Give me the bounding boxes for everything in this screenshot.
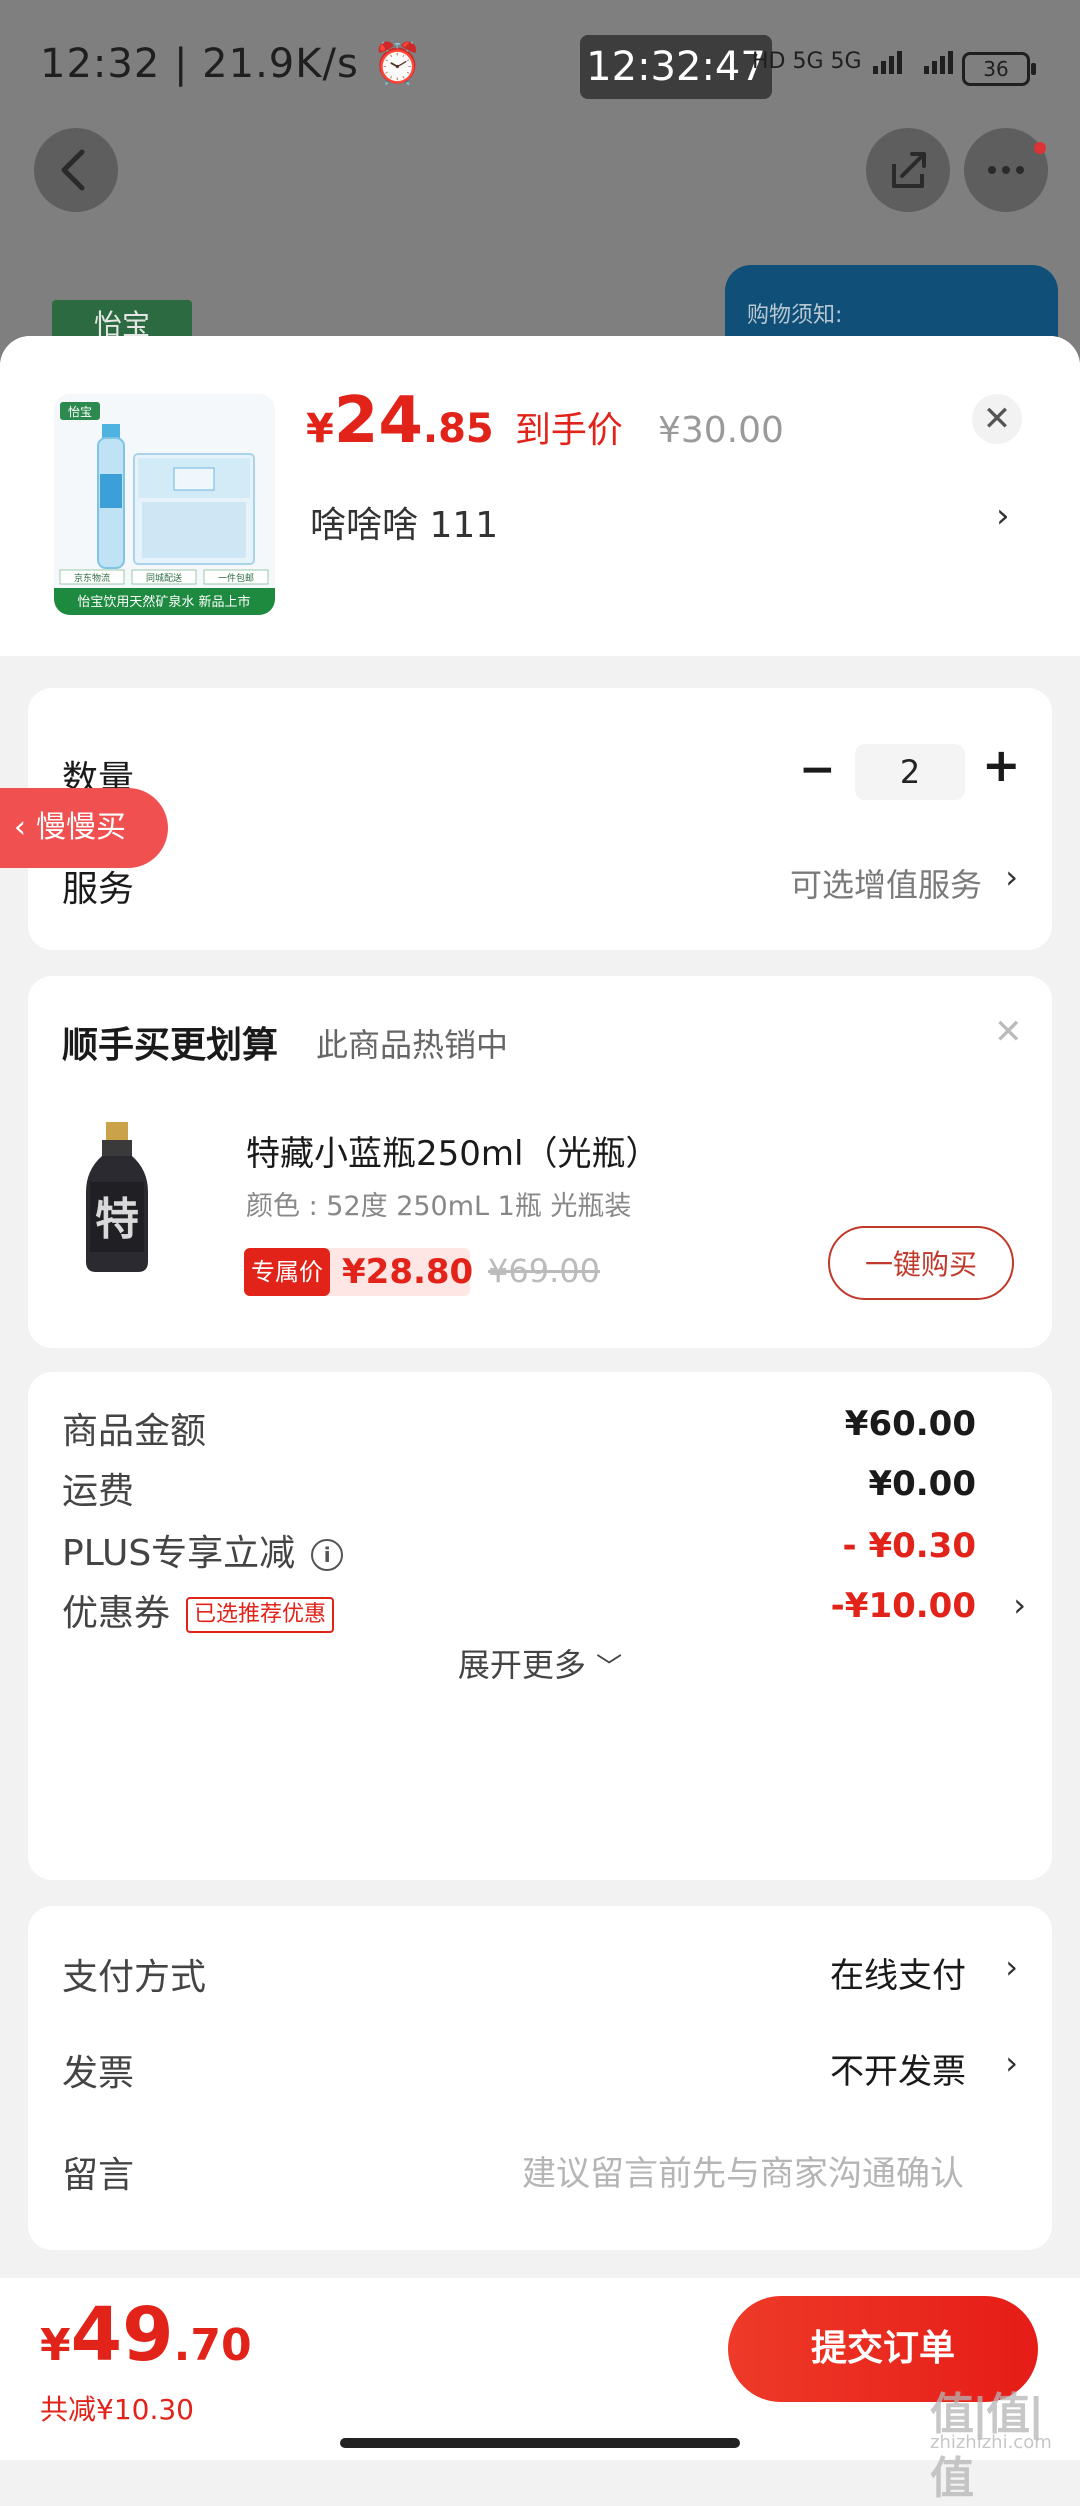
battery-icon: 36 xyxy=(962,52,1036,86)
addon-subtitle: 此商品热销中 xyxy=(316,1026,509,1064)
chevron-right-icon[interactable]: › xyxy=(1005,858,1018,896)
payment-card: 支付方式 在线支付 › 发票 不开发票 › 留言 建议留言前先与商家沟通确认 xyxy=(28,1906,1052,2250)
subtotal-value: ¥60.00 xyxy=(844,1404,976,1444)
notification-dot xyxy=(1034,142,1046,154)
chevron-right-icon[interactable]: › xyxy=(996,496,1010,536)
price-decimal: .85 xyxy=(422,406,494,452)
chevron-down-icon: ﹀ xyxy=(596,1653,623,1683)
total-decimal: .70 xyxy=(173,2320,252,2371)
signal-icon xyxy=(923,51,953,74)
invoice-value[interactable]: 不开发票 xyxy=(830,2044,966,2093)
subtotal-label: 商品金额 xyxy=(62,1411,207,1452)
plus-discount-value: - ¥0.30 xyxy=(842,1526,977,1566)
quantity-stepper[interactable]: 2 xyxy=(855,744,965,800)
total-price: ¥49.70 xyxy=(40,2292,252,2378)
total-symbol: ¥ xyxy=(40,2320,71,2371)
slow-buy-label: 慢慢买 xyxy=(36,810,126,845)
plus-discount-label: PLUS专享立减 xyxy=(62,1533,296,1574)
thumb-caption: 怡宝饮用天然矿泉水 新品上市 xyxy=(77,594,250,610)
decrement-button[interactable]: − xyxy=(799,744,836,795)
addon-card: 顺手买更划算 此商品热销中 ✕ 特 特藏小蓝瓶250ml（光瓶） 颜色 : 52… xyxy=(28,976,1052,1348)
close-icon[interactable]: ✕ xyxy=(994,1012,1023,1052)
product-price: ¥24.85 到手价 ¥30.00 xyxy=(306,384,784,464)
thumb-tag: 京东物流 xyxy=(74,572,110,584)
shipping-label: 运费 xyxy=(62,1471,135,1512)
one-click-buy-button[interactable]: 一键购买 xyxy=(828,1226,1014,1300)
share-button[interactable] xyxy=(866,128,950,212)
close-icon: ✕ xyxy=(982,399,1012,439)
total-saved: 共减¥10.30 xyxy=(40,2393,194,2426)
increment-button[interactable]: + xyxy=(982,738,1021,792)
more-icon xyxy=(988,166,1024,174)
network-label: HD 5G 5G xyxy=(752,49,862,74)
addon-title: 顺手买更划算 xyxy=(62,1025,279,1066)
quantity-card: 数量 − 2 + 服务 可选增值服务 › xyxy=(28,688,1052,950)
share-icon xyxy=(892,152,926,188)
remark-input[interactable]: 建议留言前先与商家沟通确认 xyxy=(522,2146,964,2195)
addon-name[interactable]: 特藏小蓝瓶250ml（光瓶） xyxy=(246,1126,659,1175)
addon-product-image[interactable]: 特 xyxy=(82,1122,152,1272)
shipping-value: ¥0.00 xyxy=(868,1464,976,1504)
price-integer: 24 xyxy=(333,384,423,458)
chevron-right-icon[interactable]: › xyxy=(1013,1586,1026,1624)
addon-original-price: ¥69.00 xyxy=(488,1252,600,1290)
expand-more-label: 展开更多 xyxy=(457,1646,586,1684)
total-integer: 49 xyxy=(70,2292,174,2378)
thumb-tag: 同城配送 xyxy=(146,572,182,584)
network-indicator: HD 5G 5G xyxy=(752,48,964,74)
checkout-bar: ¥49.70 共减¥10.30 提交订单 xyxy=(0,2278,1080,2460)
price-summary-card: 商品金额 ¥60.00 运费 ¥0.00 PLUS专享立减 i - ¥0.30 优… xyxy=(28,1372,1052,1880)
product-image: 怡宝 京东物流 同城配送 一件包邮 怡宝饮用天然矿泉水 新品上市 xyxy=(54,394,275,615)
coupon-label: 优惠券 xyxy=(62,1593,171,1634)
thumb-tag: 一件包邮 xyxy=(218,572,254,584)
home-indicator[interactable] xyxy=(340,2438,740,2448)
invoice-label: 发票 xyxy=(62,2053,135,2094)
selected-variant[interactable]: 啥啥啥 111 xyxy=(310,496,498,548)
chevron-left-icon: ‹ xyxy=(14,810,26,845)
expand-more-button[interactable]: 展开更多 ﹀ xyxy=(28,1640,1052,1686)
exclusive-badge: 专属价 xyxy=(244,1248,330,1296)
signal-icon xyxy=(872,51,902,74)
final-price-label: 到手价 xyxy=(514,410,623,451)
bottle-label: 特 xyxy=(95,1194,139,1245)
payment-method-label: 支付方式 xyxy=(62,1957,207,1998)
close-sheet-button[interactable]: ✕ xyxy=(972,394,1022,444)
chevron-left-icon xyxy=(61,149,85,191)
thumb-brand: 怡宝 xyxy=(68,405,92,419)
product-thumbnail[interactable]: 怡宝 京东物流 同城配送 一件包邮 怡宝饮用天然矿泉水 新品上市 xyxy=(54,394,275,615)
back-button[interactable] xyxy=(34,128,118,212)
payment-method-value[interactable]: 在线支付 xyxy=(830,1948,966,1997)
plus-discount-row: PLUS专享立减 i xyxy=(62,1524,344,1576)
coupon-tag: 已选推荐优惠 xyxy=(186,1597,335,1633)
remark-label: 留言 xyxy=(62,2155,135,2196)
coupon-value[interactable]: -¥10.00 xyxy=(831,1586,976,1626)
coupon-row[interactable]: 优惠券 已选推荐优惠 xyxy=(62,1584,335,1636)
info-icon[interactable]: i xyxy=(311,1539,344,1571)
status-time-speed: 12:32 | 21.9K/s ⏰ xyxy=(40,41,424,87)
order-sheet: 怡宝 京东物流 同城配送 一件包邮 怡宝饮用天然矿泉水 新品上市 ¥24.85 xyxy=(0,336,1080,2460)
status-bar: 12:32 | 21.9K/s ⏰ 12:32:47 HD 5G 5G 36 xyxy=(0,30,1080,100)
original-price: ¥30.00 xyxy=(657,410,784,451)
price-symbol: ¥ xyxy=(306,406,334,452)
addon-price: ¥28.80 xyxy=(342,1252,474,1292)
chevron-right-icon[interactable]: › xyxy=(1005,1948,1018,1986)
addon-spec: 颜色 : 52度 250mL 1瓶 光瓶装 xyxy=(246,1191,632,1222)
product-header: 怡宝 京东物流 同城配送 一件包邮 怡宝饮用天然矿泉水 新品上市 ¥24.85 xyxy=(0,336,1080,656)
notice-title: 购物须知: xyxy=(747,303,843,328)
chevron-right-icon[interactable]: › xyxy=(1005,2044,1018,2082)
status-clock: 12:32:47 xyxy=(580,35,772,99)
watermark-url: zhizhizhi.com xyxy=(930,2432,1052,2453)
slow-buy-tab[interactable]: ‹ 慢慢买 xyxy=(0,788,168,868)
addon-price-tag: 专属价 ¥28.80 xyxy=(244,1248,474,1296)
more-button[interactable] xyxy=(964,128,1048,212)
service-value[interactable]: 可选增值服务 xyxy=(790,860,982,906)
